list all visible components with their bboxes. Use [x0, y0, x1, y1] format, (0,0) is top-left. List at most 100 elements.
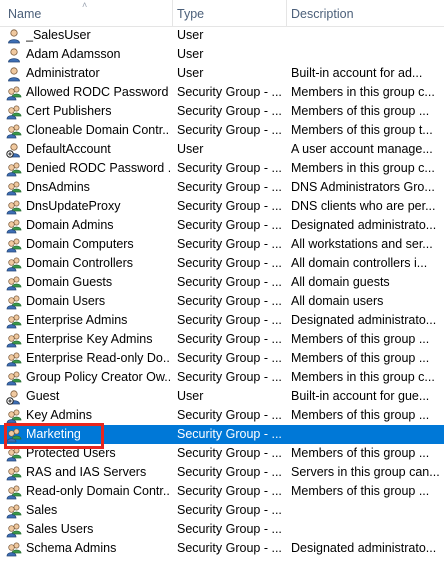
user-disabled-icon — [6, 387, 24, 406]
list-row[interactable]: _SalesUser User — [0, 26, 444, 45]
object-list-view: ˄ Name Type Description _SalesUser User Ad… — [0, 0, 444, 568]
group-icon — [6, 349, 24, 368]
row-type: Security Group - ... — [177, 294, 282, 308]
row-type: Security Group - ... — [177, 332, 282, 346]
list-row[interactable]: RAS and IAS Servers Security Group - ... S… — [0, 463, 444, 482]
list-row[interactable]: DnsAdmins Security Group - ... DNS Adminis… — [0, 178, 444, 197]
row-description: All domain controllers i... — [291, 256, 428, 270]
row-type: Security Group - ... — [177, 446, 282, 460]
list-row[interactable]: Sales Security Group - ... — [0, 501, 444, 520]
group-icon — [6, 83, 24, 102]
list-row[interactable]: Administrator User Built-in account for ad… — [0, 64, 444, 83]
group-icon — [6, 463, 24, 482]
group-icon — [6, 539, 24, 558]
row-name: Enterprise Read-only Do... — [26, 351, 170, 365]
list-row[interactable]: Cloneable Domain Contr... Security Group … — [0, 121, 444, 140]
row-description: Members of this group t... — [291, 123, 433, 137]
row-name: Denied RODC Password ... — [26, 161, 170, 175]
row-name: Cloneable Domain Contr... — [26, 123, 170, 137]
row-type: Security Group - ... — [177, 199, 282, 213]
group-icon — [6, 292, 24, 311]
row-type: Security Group - ... — [177, 123, 282, 137]
column-header-name[interactable]: Name — [4, 0, 172, 26]
row-type: Security Group - ... — [177, 427, 282, 441]
list-row[interactable]: DnsUpdateProxy Security Group - ... DNS cl… — [0, 197, 444, 216]
list-row[interactable]: Allowed RODC Password ... Security Group … — [0, 83, 444, 102]
row-name: Domain Admins — [26, 218, 114, 232]
list-row[interactable]: Schema Admins Security Group - ... Designa… — [0, 539, 444, 558]
row-type: Security Group - ... — [177, 503, 282, 517]
list-row[interactable]: Domain Guests Security Group - ... All dom… — [0, 273, 444, 292]
row-description: Designated administrato... — [291, 313, 437, 327]
group-icon — [6, 273, 24, 292]
group-icon — [6, 311, 24, 330]
list-row[interactable]: Domain Controllers Security Group - ... Al… — [0, 254, 444, 273]
group-icon — [6, 425, 24, 444]
row-type: Security Group - ... — [177, 370, 282, 384]
list-row[interactable]: Domain Admins Security Group - ... Designa… — [0, 216, 444, 235]
row-name: DnsAdmins — [26, 180, 90, 194]
user-icon — [6, 64, 24, 83]
row-description: DNS clients who are per... — [291, 199, 436, 213]
row-type: Security Group - ... — [177, 256, 282, 270]
row-description: All workstations and ser... — [291, 237, 433, 251]
row-name: Marketing — [26, 427, 81, 441]
row-description: Members in this group c... — [291, 370, 435, 384]
list-row[interactable]: Domain Users Security Group - ... All doma… — [0, 292, 444, 311]
list-row-selected[interactable]: Marketing Security Group - ... — [0, 425, 444, 444]
row-name: Domain Users — [26, 294, 106, 308]
group-icon — [6, 235, 24, 254]
group-icon — [6, 501, 24, 520]
list-row[interactable]: Guest User Built-in account for gue... — [0, 387, 444, 406]
row-name: Guest — [26, 389, 60, 403]
row-name: DefaultAccount — [26, 142, 111, 156]
list-row[interactable]: Enterprise Key Admins Security Group - ..… — [0, 330, 444, 349]
row-type: User — [177, 47, 204, 61]
row-name: Domain Guests — [26, 275, 113, 289]
group-icon — [6, 216, 24, 235]
row-type: Security Group - ... — [177, 85, 282, 99]
row-name: _SalesUser — [26, 28, 91, 42]
row-description: All domain guests — [291, 275, 390, 289]
row-name: Enterprise Admins — [26, 313, 128, 327]
row-description: Designated administrato... — [291, 218, 437, 232]
group-icon — [6, 254, 24, 273]
row-description: Members of this group ... — [291, 332, 430, 346]
row-type: Security Group - ... — [177, 541, 282, 555]
list-row[interactable]: Group Policy Creator Ow... Security Group… — [0, 368, 444, 387]
list-row[interactable]: Domain Computers Security Group - ... All … — [0, 235, 444, 254]
row-name: Domain Computers — [26, 237, 134, 251]
row-name: Enterprise Key Admins — [26, 332, 153, 346]
column-header-description[interactable]: Description — [286, 0, 444, 26]
group-icon — [6, 197, 24, 216]
list-row[interactable]: Denied RODC Password ... Security Group -… — [0, 159, 444, 178]
row-name: Group Policy Creator Ow... — [26, 370, 170, 384]
list-row[interactable]: Cert Publishers Security Group - ... Membe… — [0, 102, 444, 121]
row-description: Members of this group ... — [291, 484, 430, 498]
row-name: Schema Admins — [26, 541, 117, 555]
list-row[interactable]: DefaultAccount User A user account manage.… — [0, 140, 444, 159]
list-row[interactable]: Key Admins Security Group - ... Members of… — [0, 406, 444, 425]
group-icon — [6, 121, 24, 140]
list-row[interactable]: Enterprise Read-only Do... Security Group… — [0, 349, 444, 368]
row-type: User — [177, 142, 204, 156]
row-description: Built-in account for ad... — [291, 66, 423, 80]
list-row[interactable]: Adam Adamsson User — [0, 45, 444, 64]
row-type: Security Group - ... — [177, 104, 282, 118]
list-row[interactable]: Sales Users Security Group - ... — [0, 520, 444, 539]
list-row[interactable]: Enterprise Admins Security Group - ... Des… — [0, 311, 444, 330]
row-type: Security Group - ... — [177, 313, 282, 327]
row-description: DNS Administrators Gro... — [291, 180, 435, 194]
column-header-type[interactable]: Type — [172, 0, 286, 26]
row-type: Security Group - ... — [177, 180, 282, 194]
row-description — [291, 425, 441, 444]
group-icon — [6, 178, 24, 197]
group-icon — [6, 368, 24, 387]
row-description: Members of this group ... — [291, 351, 430, 365]
row-description: Members of this group ... — [291, 104, 430, 118]
group-icon — [6, 520, 24, 539]
group-icon — [6, 102, 24, 121]
list-row[interactable]: Read-only Domain Contr... Security Group … — [0, 482, 444, 501]
row-name: RAS and IAS Servers — [26, 465, 147, 479]
list-row[interactable]: Protected Users Security Group - ... Membe… — [0, 444, 444, 463]
